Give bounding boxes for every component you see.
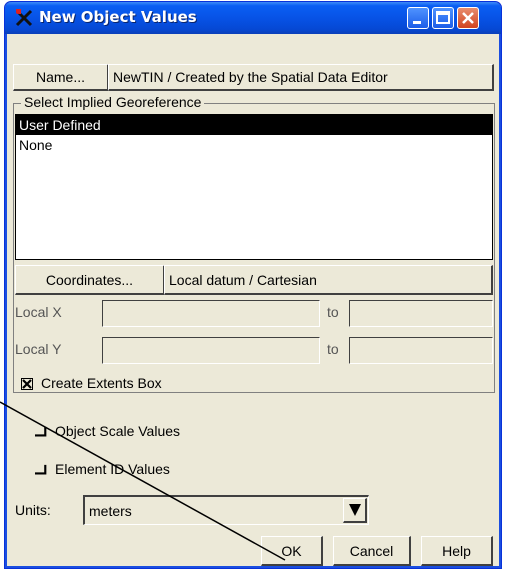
local-x-to-label: to bbox=[327, 304, 339, 320]
scale-label: Object Scale Values bbox=[55, 423, 181, 439]
units-dropdown-button[interactable] bbox=[343, 498, 367, 523]
georeference-group-title: Select Implied Georeference bbox=[21, 94, 205, 110]
extents-label: Create Extents Box bbox=[41, 375, 162, 391]
units-label: Units: bbox=[15, 502, 51, 518]
local-y-to-input[interactable] bbox=[349, 337, 493, 364]
element-id-checkbox[interactable] bbox=[35, 464, 47, 476]
close-icon bbox=[462, 12, 474, 24]
coordinates-button[interactable]: Coordinates... bbox=[15, 265, 165, 295]
units-select[interactable]: meters bbox=[83, 495, 369, 525]
name-field: NewTIN / Created by the Spatial Data Edi… bbox=[108, 64, 494, 91]
dialog-window: New Object Values Name... NewTIN / Creat… bbox=[4, 1, 502, 569]
name-button[interactable]: Name... bbox=[13, 64, 109, 91]
help-button[interactable]: Help bbox=[421, 536, 493, 566]
local-x-from-input[interactable] bbox=[102, 300, 320, 327]
scale-checkbox[interactable] bbox=[35, 426, 47, 438]
maximize-icon bbox=[436, 11, 450, 24]
local-x-label: Local X bbox=[15, 304, 62, 320]
window-title: New Object Values bbox=[39, 8, 197, 26]
local-y-from-input[interactable] bbox=[102, 337, 320, 364]
local-y-label: Local Y bbox=[15, 341, 62, 357]
extents-checkbox[interactable] bbox=[21, 378, 33, 390]
app-icon bbox=[15, 9, 33, 27]
local-x-to-input[interactable] bbox=[349, 300, 493, 327]
maximize-button[interactable] bbox=[432, 7, 454, 29]
title-bar[interactable]: New Object Values bbox=[5, 2, 501, 34]
georeference-list[interactable]: User Defined None bbox=[15, 114, 493, 260]
list-item-user-defined[interactable]: User Defined bbox=[16, 115, 492, 135]
close-button[interactable] bbox=[457, 7, 479, 29]
local-y-to-label: to bbox=[327, 341, 339, 357]
cancel-button[interactable]: Cancel bbox=[333, 536, 411, 566]
list-item-none[interactable]: None bbox=[16, 135, 492, 155]
minimize-button[interactable] bbox=[407, 7, 429, 29]
coordinates-field: Local datum / Cartesian bbox=[164, 265, 493, 295]
minimize-icon bbox=[413, 21, 421, 24]
dialog-body: Name... NewTIN / Created by the Spatial … bbox=[9, 34, 497, 566]
ok-button[interactable]: OK bbox=[261, 536, 323, 566]
dropdown-arrow-icon bbox=[348, 504, 361, 516]
element-id-label: Element ID Values bbox=[55, 461, 170, 477]
